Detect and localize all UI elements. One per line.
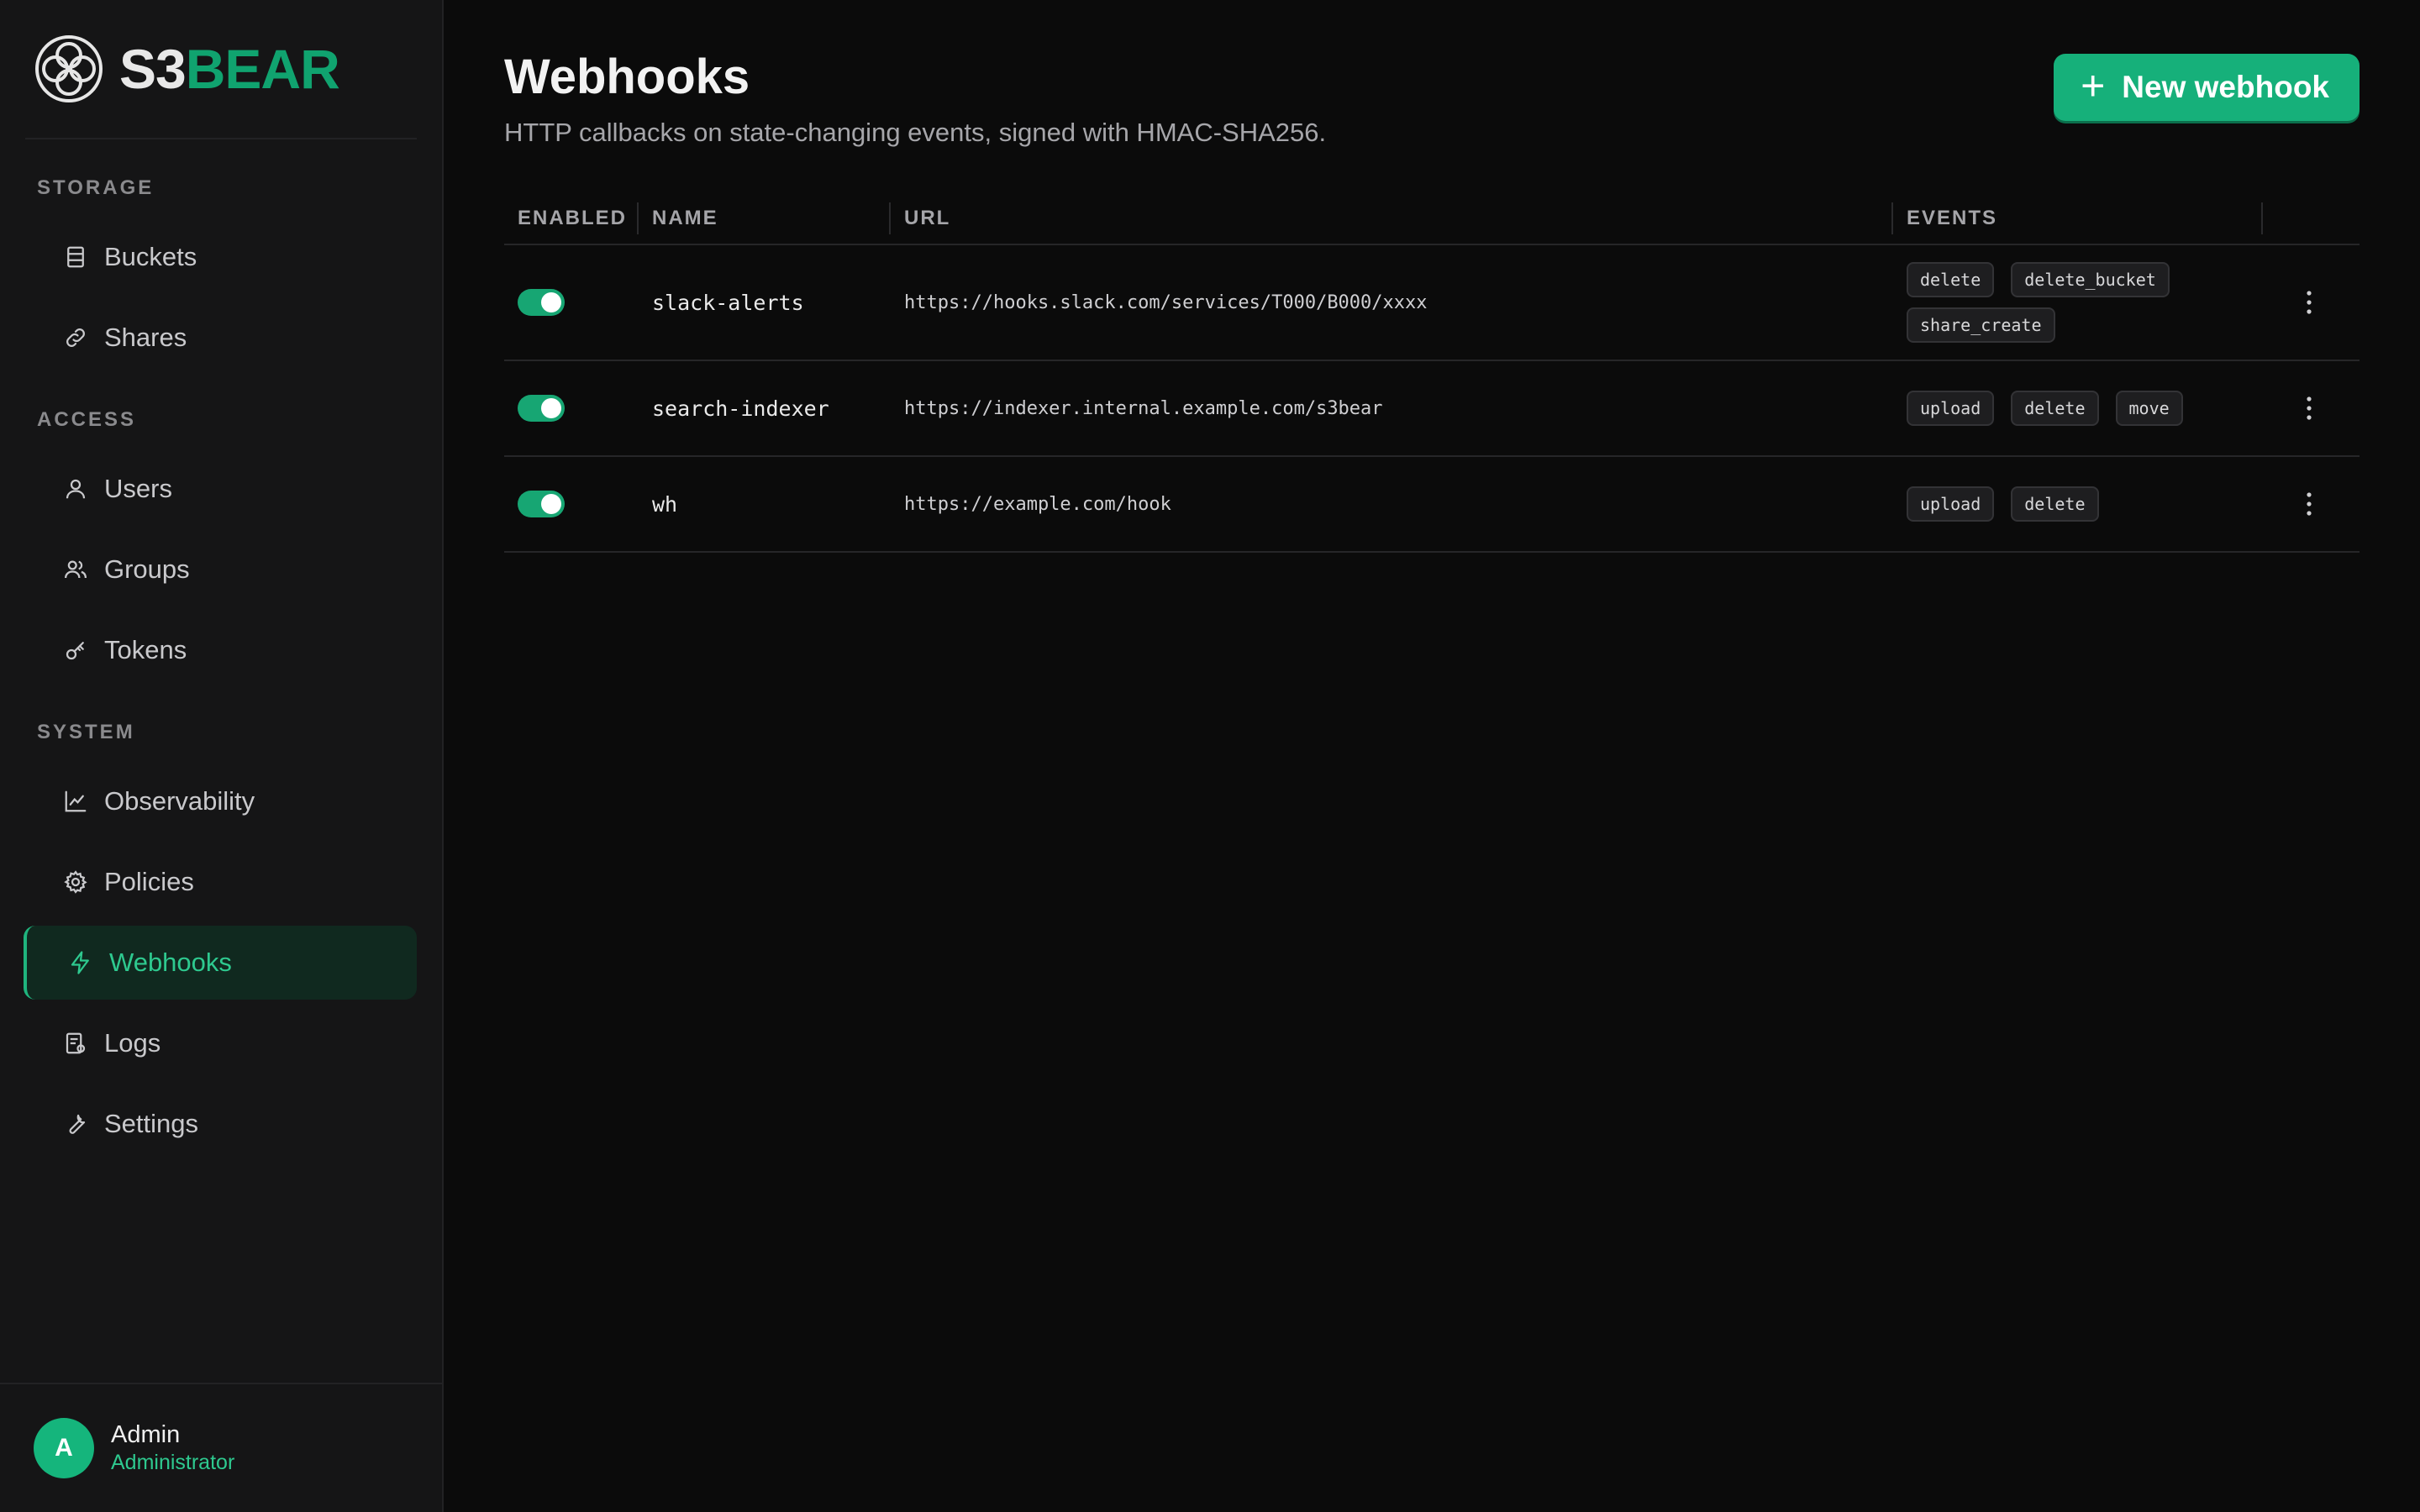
column-header-enabled[interactable]: ENABLED — [504, 202, 639, 234]
sidebar-item-label: Users — [104, 474, 172, 503]
event-tag: share_create — [1907, 307, 2055, 343]
sidebar-item-webhooks[interactable]: Webhooks — [24, 926, 417, 1000]
sidebar-item-label: Logs — [104, 1028, 161, 1058]
table-row[interactable]: slack-alerts https://hooks.slack.com/ser… — [504, 245, 2360, 361]
event-tag: upload — [1907, 486, 1995, 522]
sidebar-item-label: Webhooks — [109, 948, 232, 977]
sidebar-item-buckets[interactable]: Buckets — [24, 220, 417, 294]
actions-cell — [2263, 286, 2360, 319]
sidebar-item-observability[interactable]: Observability — [24, 764, 417, 838]
user-meta: Admin Administrator — [111, 1421, 234, 1475]
user-profile[interactable]: A Admin Administrator — [0, 1383, 442, 1512]
webhooks-table: ENABLED NAME URL EVENTS slack-alerts htt… — [504, 193, 2360, 553]
column-header-events[interactable]: EVENTS — [1893, 202, 2263, 234]
sidebar-item-label: Shares — [104, 323, 187, 352]
user-icon — [62, 475, 89, 502]
brand-suffix: BEAR — [185, 38, 340, 100]
event-tag: move — [2115, 391, 2183, 426]
actions-cell — [2263, 391, 2360, 425]
events-cell: delete delete_bucket share_create — [1893, 259, 2263, 346]
sidebar-item-logs[interactable]: Logs — [24, 1006, 417, 1080]
events-cell: upload delete — [1893, 483, 2263, 525]
column-header-actions — [2263, 202, 2360, 234]
page-subtitle: HTTP callbacks on state-changing events,… — [504, 118, 1327, 147]
wrench-icon — [62, 1110, 89, 1137]
table-header: ENABLED NAME URL EVENTS — [504, 193, 2360, 245]
brand-name: S3BEAR — [119, 37, 340, 101]
sidebar-item-users[interactable]: Users — [24, 452, 417, 526]
new-webhook-label: New webhook — [2122, 70, 2329, 104]
nav-heading-access: ACCESS — [37, 408, 137, 431]
column-header-url[interactable]: URL — [891, 202, 1893, 234]
page-header: Webhooks HTTP callbacks on state-changin… — [504, 0, 2360, 193]
column-header-name[interactable]: NAME — [639, 202, 891, 234]
server-stack-icon — [62, 244, 89, 270]
webhook-url: https://example.com/hook — [904, 493, 1171, 515]
lightning-icon — [67, 949, 94, 976]
user-name: Admin — [111, 1421, 181, 1448]
enabled-toggle[interactable] — [518, 395, 565, 422]
main-content: Webhooks HTTP callbacks on state-changin… — [444, 0, 2420, 1512]
table-row[interactable]: search-indexer https://indexer.internal.… — [504, 361, 2360, 457]
gear-icon — [62, 869, 89, 895]
enabled-toggle[interactable] — [518, 491, 565, 517]
enabled-toggle[interactable] — [518, 289, 565, 316]
sidebar-item-policies[interactable]: Policies — [24, 845, 417, 919]
sidebar-item-shares[interactable]: Shares — [24, 301, 417, 375]
page-title: Webhooks — [504, 50, 750, 104]
webhook-name: wh — [652, 491, 678, 517]
avatar: A — [34, 1418, 94, 1478]
nav-section-system: SYSTEM Observability Policies Webhooks L… — [0, 721, 442, 1161]
sidebar-item-groups[interactable]: Groups — [24, 533, 417, 606]
table-row[interactable]: wh https://example.com/hook upload delet… — [504, 457, 2360, 553]
webhook-name: search-indexer — [652, 396, 829, 421]
event-tag: delete — [1907, 262, 1995, 297]
sidebar-item-settings[interactable]: Settings — [24, 1087, 417, 1161]
enabled-cell — [504, 395, 639, 422]
nav-heading-storage: STORAGE — [37, 176, 155, 199]
users-icon — [62, 556, 89, 583]
brand[interactable]: S3BEAR — [25, 0, 417, 139]
webhook-url: https://hooks.slack.com/services/T000/B0… — [904, 291, 1428, 313]
nav-heading-system: SYSTEM — [37, 721, 135, 743]
celtic-knot-logo-icon — [35, 35, 103, 102]
new-webhook-button[interactable]: + New webhook — [2054, 54, 2360, 121]
brand-prefix: S3 — [119, 38, 187, 100]
sidebar-item-tokens[interactable]: Tokens — [24, 613, 417, 687]
event-tag: delete — [2011, 391, 2099, 426]
user-role: Administrator — [111, 1451, 235, 1474]
key-icon — [62, 637, 89, 664]
more-options-icon[interactable] — [2292, 286, 2326, 319]
plus-icon: + — [2081, 62, 2106, 109]
sidebar-item-label: Buckets — [104, 242, 197, 271]
sidebar-item-label: Groups — [104, 554, 190, 584]
sidebar-item-label: Observability — [104, 786, 255, 816]
webhook-url: https://indexer.internal.example.com/s3b… — [904, 397, 1383, 419]
sidebar: S3BEAR STORAGE Buckets Shares ACCESS Use… — [0, 0, 444, 1512]
enabled-cell — [504, 289, 639, 316]
more-options-icon[interactable] — [2292, 487, 2326, 521]
more-options-icon[interactable] — [2292, 391, 2326, 425]
line-chart-icon — [62, 788, 89, 815]
event-tag: delete_bucket — [2011, 262, 2170, 297]
events-cell: upload delete move — [1893, 387, 2263, 429]
sidebar-item-label: Tokens — [104, 635, 187, 664]
webhook-name: slack-alerts — [652, 290, 804, 315]
actions-cell — [2263, 487, 2360, 521]
link-icon — [62, 324, 89, 351]
nav-section-access: ACCESS Users Groups Tokens — [0, 408, 442, 687]
sidebar-item-label: Policies — [104, 867, 194, 896]
enabled-cell — [504, 491, 639, 517]
event-tag: delete — [2011, 486, 2099, 522]
log-file-icon — [62, 1030, 89, 1057]
sidebar-item-label: Settings — [104, 1109, 199, 1138]
nav-section-storage: STORAGE Buckets Shares — [0, 176, 442, 375]
event-tag: upload — [1907, 391, 1995, 426]
